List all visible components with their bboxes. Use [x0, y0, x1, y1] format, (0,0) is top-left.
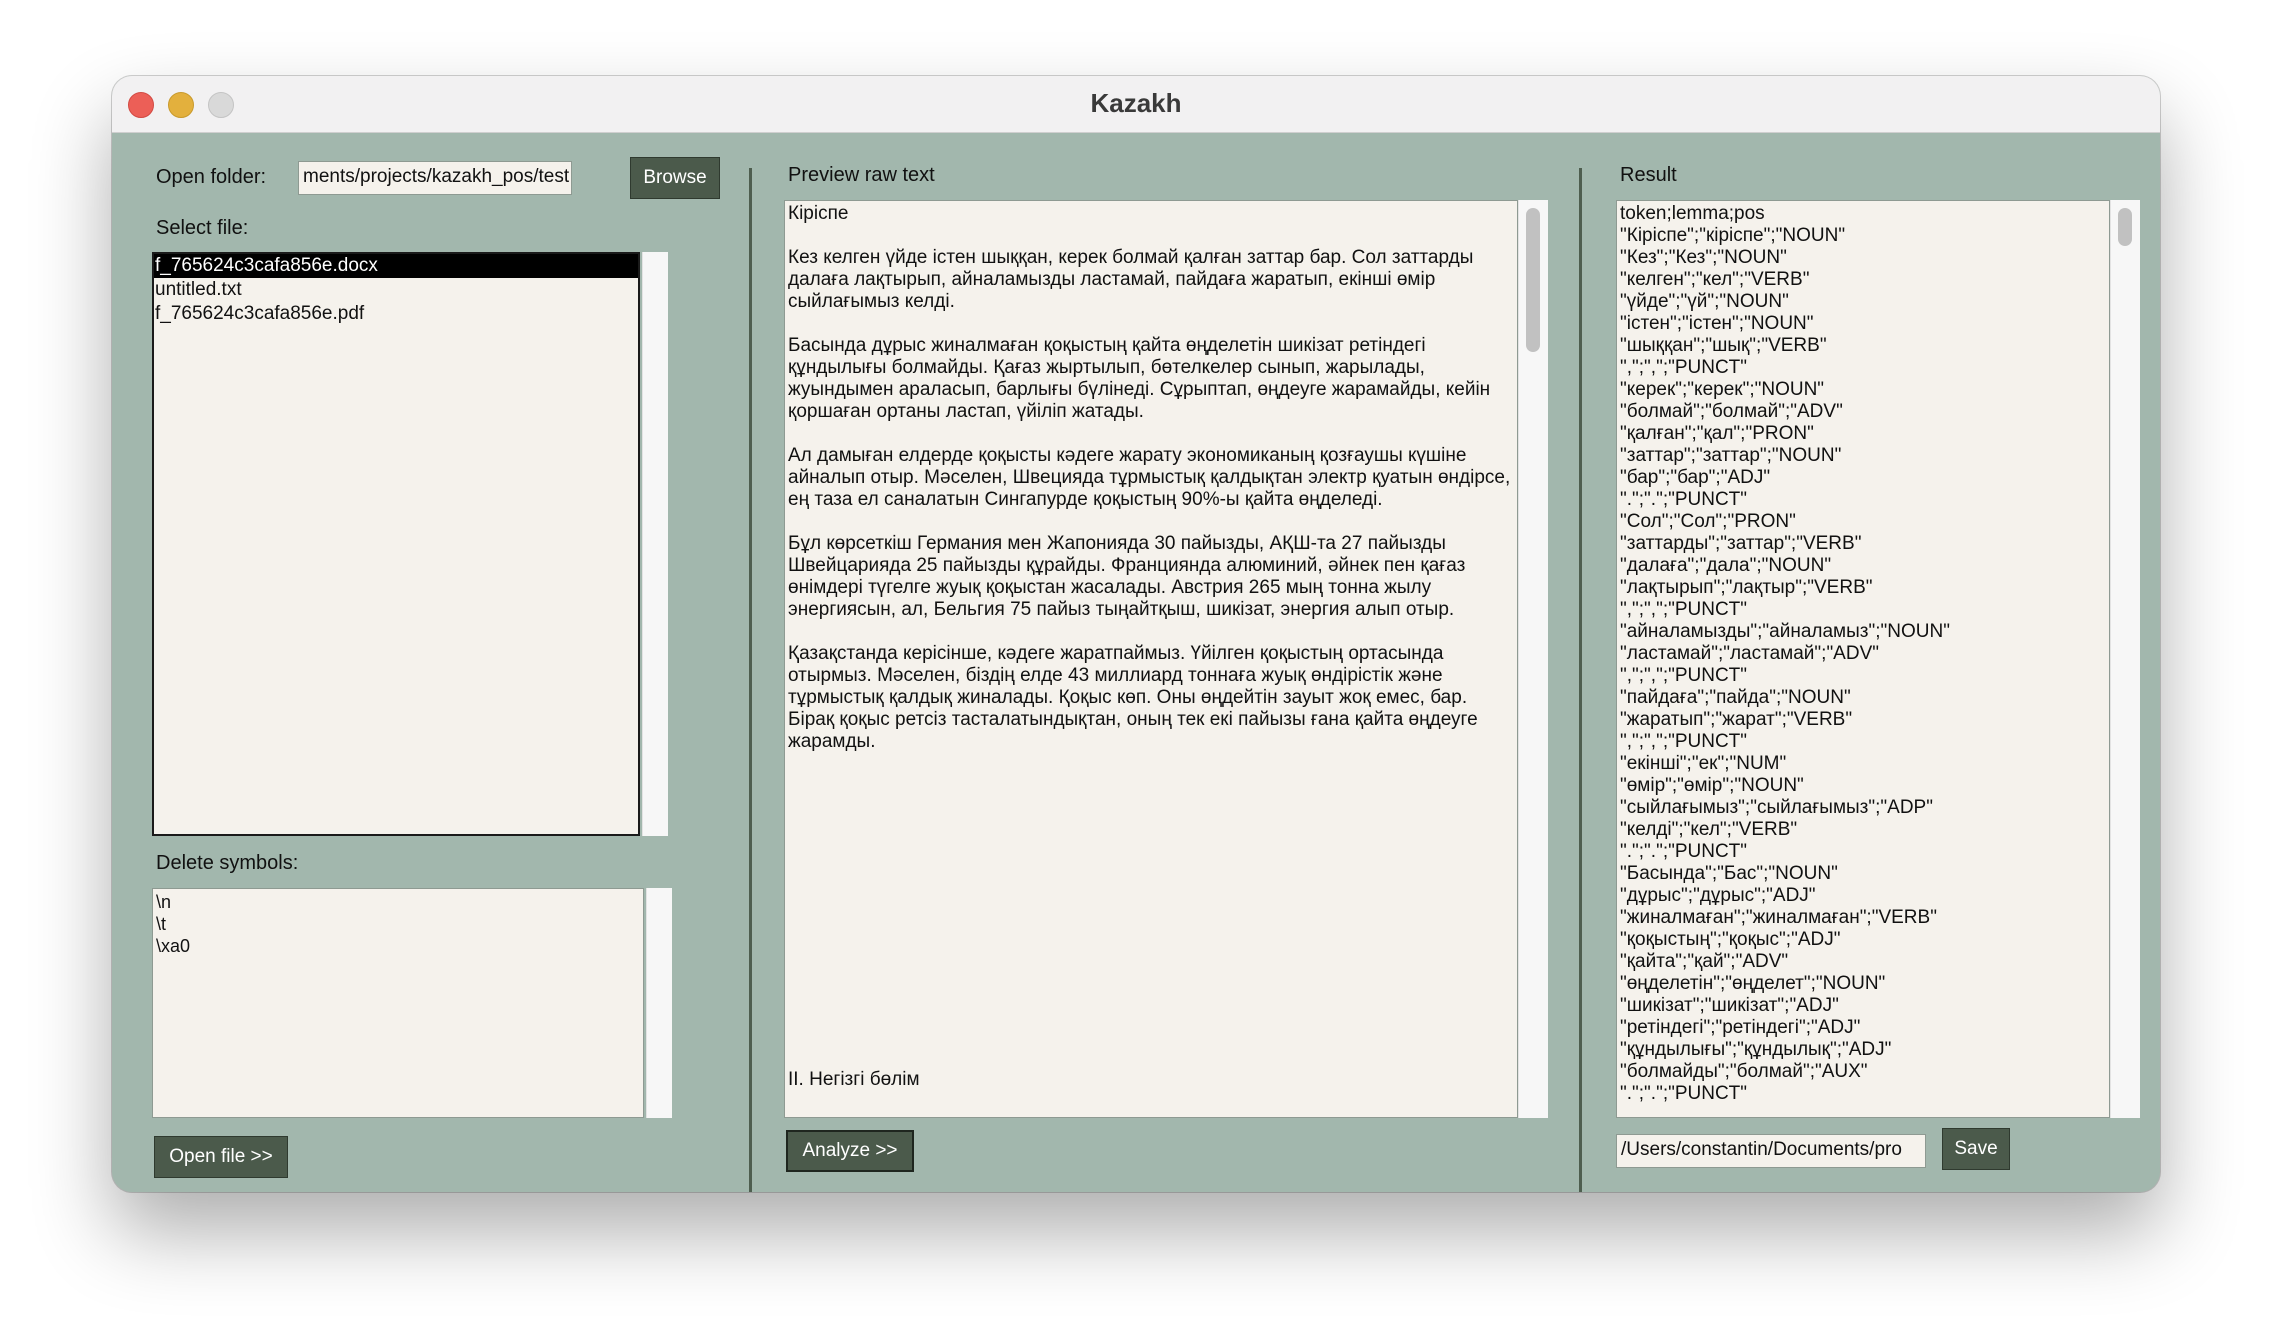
- select-file-label: Select file:: [156, 217, 249, 239]
- panel-separator-left: [749, 168, 752, 1192]
- preview-paragraph: Қазақстанда керісінше, кәдеге жаратпаймы…: [788, 643, 1478, 752]
- result-line: "өмір";"өмір";"NOUN": [1620, 775, 1804, 796]
- preview-textarea[interactable]: Кіріспе Кез келген үйде істен шыққан, ке…: [784, 200, 1518, 1118]
- result-line: "болмай";"болмай";"ADV": [1620, 401, 1843, 422]
- open-file-button[interactable]: Open file >>: [154, 1136, 288, 1178]
- result-line: ",";",";"PUNCT": [1620, 599, 1748, 620]
- result-line: "келді";"кел";"VERB": [1620, 819, 1798, 840]
- result-line: ".";".";"PUNCT": [1620, 1083, 1748, 1104]
- result-line: "құндылығы";"құндылық";"ADJ": [1620, 1039, 1892, 1060]
- result-scroll-thumb[interactable]: [2118, 208, 2132, 246]
- browse-button[interactable]: Browse: [630, 157, 720, 199]
- result-line: ",";",";"PUNCT": [1620, 357, 1748, 378]
- file-list-item[interactable]: f_765624c3cafa856e.docx: [154, 254, 638, 278]
- result-textarea[interactable]: token;lemma;pos "Кіріспе";"кіріспе";"NOUN…: [1616, 200, 2110, 1118]
- preview-scroll-thumb[interactable]: [1526, 208, 1540, 352]
- delete-symbol-line: \n: [156, 892, 172, 912]
- result-line: ",";",";"PUNCT": [1620, 665, 1748, 686]
- result-line: "айналамызды";"айналамыз";"NOUN": [1620, 621, 1950, 642]
- result-line: "ластамай";"ластамай";"ADV": [1620, 643, 1879, 664]
- result-line: token;lemma;pos: [1620, 203, 1765, 224]
- result-line: "шикізат";"шикізат";"ADJ": [1620, 995, 1839, 1016]
- result-scrollbar[interactable]: [2110, 200, 2140, 1118]
- title-bar: Kazakh: [112, 76, 2160, 133]
- result-line: "болмайды";"болмай";"AUX": [1620, 1061, 1868, 1082]
- app-window: Kazakh Open folder: ments/projects/kazak…: [112, 76, 2160, 1192]
- result-line: "келген";"кел";"VERB": [1620, 269, 1810, 290]
- result-line: "қалған";"қал";"PRON": [1620, 423, 1814, 444]
- result-line: "дұрыс";"дұрыс";"ADJ": [1620, 885, 1816, 906]
- result-line: "үйде";"үй";"NOUN": [1620, 291, 1789, 312]
- save-button[interactable]: Save: [1942, 1128, 2010, 1170]
- file-list-scrollbar[interactable]: [642, 252, 668, 836]
- result-line: "өңделетін";"өңделет";"NOUN": [1620, 973, 1886, 994]
- result-line: "істен";"істен";"NOUN": [1620, 313, 1814, 334]
- preview-paragraph: Бұл көрсеткіш Германия мен Жапонияда 30 …: [788, 533, 1466, 620]
- file-list-item[interactable]: f_765624c3cafa856e.pdf: [154, 302, 638, 326]
- delete-symbols-label: Delete symbols:: [156, 852, 299, 874]
- preview-label: Preview raw text: [788, 164, 935, 186]
- result-line: "ретіндегі";"ретіндегі";"ADJ": [1620, 1017, 1861, 1038]
- preview-paragraph: Кіріспе: [788, 203, 849, 224]
- preview-paragraph: Кез келген үйде істен шыққан, керек болм…: [788, 247, 1474, 312]
- result-line: "сыйлағымыз";"сыйлағымыз";"ADP": [1620, 797, 1933, 818]
- delete-symbol-line: \t: [156, 914, 167, 934]
- panel-separator-right: [1579, 168, 1582, 1192]
- result-line: "қайта";"қай";"ADV": [1620, 951, 1789, 972]
- result-line: "қоқыстың";"қоқыс";"ADJ": [1620, 929, 1841, 950]
- result-line: "Басында";"Бас";"NOUN": [1620, 863, 1838, 884]
- result-line: "заттарды";"заттар";"VERB": [1620, 533, 1862, 554]
- delete-symbols-textarea[interactable]: \n \t \xa0: [152, 888, 644, 1118]
- result-line: "Кез";"Кез";"NOUN": [1620, 247, 1787, 268]
- result-line: ",";",";"PUNCT": [1620, 731, 1748, 752]
- delete-symbol-line: \xa0: [156, 936, 191, 956]
- file-listbox[interactable]: f_765624c3cafa856e.docx untitled.txt f_7…: [152, 252, 640, 836]
- open-folder-label: Open folder:: [156, 166, 267, 188]
- result-label: Result: [1620, 164, 1677, 186]
- result-line: "шыққан";"шық";"VERB": [1620, 335, 1827, 356]
- analyze-button[interactable]: Analyze >>: [786, 1130, 914, 1172]
- result-line: "жаратып";"жарат";"VERB": [1620, 709, 1853, 730]
- delete-symbols-scrollbar[interactable]: [646, 888, 672, 1118]
- preview-paragraph: Ал дамыған елдерде қоқысты кәдеге жарату…: [788, 445, 1511, 510]
- folder-path-input[interactable]: ments/projects/kazakh_pos/test: [298, 161, 572, 195]
- result-lines: token;lemma;pos "Кіріспе";"кіріспе";"NOUN…: [1620, 203, 2106, 1105]
- preview-paragraph: Басында дұрыс жиналмаған қоқыстың қайта …: [788, 335, 1491, 422]
- result-line: ".";".";"PUNCT": [1620, 841, 1748, 862]
- result-line: "заттар";"заттар";"NOUN": [1620, 445, 1842, 466]
- result-line: "бар";"бар";"ADJ": [1620, 467, 1771, 488]
- file-list-item[interactable]: untitled.txt: [154, 278, 638, 302]
- preview-scrollbar[interactable]: [1518, 200, 1548, 1118]
- result-line: "пайдаға";"пайда";"NOUN": [1620, 687, 1851, 708]
- result-line: "жиналмаған";"жиналмаған";"VERB": [1620, 907, 1937, 928]
- result-line: ".";".";"PUNCT": [1620, 489, 1748, 510]
- result-line: "екінші";"ек";"NUM": [1620, 753, 1787, 774]
- result-line: "Сол";"Сол";"PRON": [1620, 511, 1796, 532]
- preview-section-heading: II. Негізгі бөлім: [788, 1069, 920, 1090]
- window-title: Kazakh: [1090, 88, 1182, 118]
- result-line: "Кіріспе";"кіріспе";"NOUN": [1620, 225, 1846, 246]
- result-line: "далаға";"дала";"NOUN": [1620, 555, 1832, 576]
- result-line: "керек";"керек";"NOUN": [1620, 379, 1825, 400]
- save-path-input[interactable]: /Users/constantin/Documents/pro: [1616, 1134, 1926, 1168]
- result-line: "лақтырып";"лақтыр";"VERB": [1620, 577, 1873, 598]
